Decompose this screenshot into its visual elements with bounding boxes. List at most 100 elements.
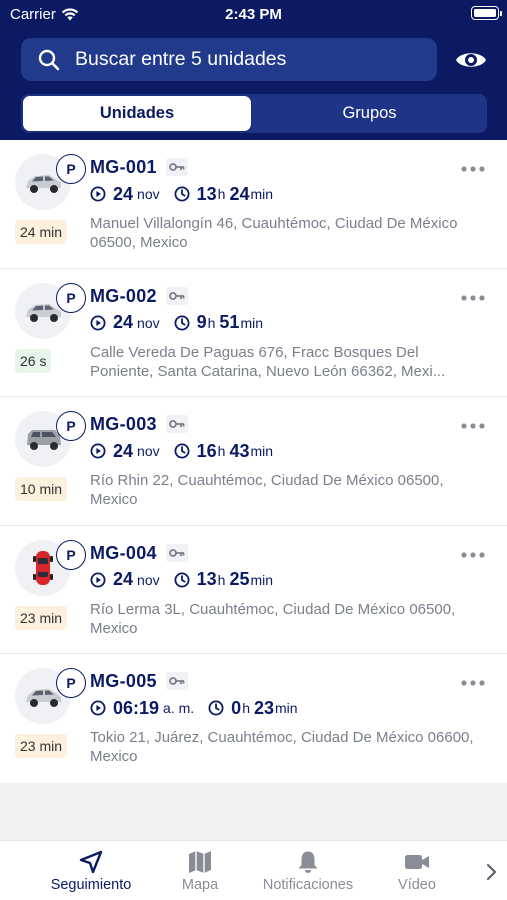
unit-name: MG-004 xyxy=(90,542,157,563)
unit-stats: 24 nov 13 h 25 min xyxy=(90,569,273,591)
unit-row[interactable]: P 23 min MG-004 24 nov 13 h 25 min Río Lerma 3L, … xyxy=(0,526,507,654)
unit-stats: 06:19 a. m. 0 h 23 min xyxy=(90,697,298,719)
more-options-button[interactable] xyxy=(460,417,486,429)
bell-icon xyxy=(298,851,318,873)
ignition-key-badge xyxy=(166,543,188,562)
unit-row[interactable]: P 10 min MG-003 24 nov 16 h 43 min Río Rhin 22, C… xyxy=(0,397,507,526)
key-icon xyxy=(169,548,185,557)
last-report-date: 06:19 xyxy=(113,697,160,718)
clock-icon xyxy=(174,186,190,202)
tab-seguimiento[interactable]: Seguimiento xyxy=(48,847,134,893)
key-icon xyxy=(169,420,185,428)
status-bar: Carrier 2:43 PM xyxy=(0,0,507,30)
unit-address: Río Lerma 3L, Cuauhtémoc, Ciudad De Méxi… xyxy=(90,600,456,637)
clock-icon xyxy=(174,315,190,330)
unit-address: Manuel Villalongín 46, Cuauhtémoc, Ciuda… xyxy=(90,215,458,251)
duration-minutes-unit: min xyxy=(250,443,274,459)
unit-name: MG-003 xyxy=(90,414,157,434)
duration-minutes-unit: min xyxy=(250,186,274,202)
play-circle-icon xyxy=(90,572,106,587)
tab-label: Notificaciones xyxy=(262,877,354,893)
elapsed-time-badge: 24 min xyxy=(15,220,68,244)
duration-hours: 9 xyxy=(196,312,207,332)
unit-stats: 24 nov 13 h 24 min xyxy=(90,183,273,205)
more-options-button[interactable] xyxy=(460,546,486,558)
parked-status-badge: P xyxy=(56,282,86,313)
last-report-date-unit: nov xyxy=(137,443,160,459)
duration-hours-unit: h xyxy=(217,443,226,459)
ignition-key-badge xyxy=(166,158,188,176)
tab-video[interactable]: Vídeo xyxy=(394,847,440,893)
more-options-button[interactable] xyxy=(460,674,486,686)
last-report-date: 24 xyxy=(113,183,134,204)
unit-stats: 24 nov 9 h 51 min xyxy=(90,312,263,334)
eye-icon[interactable] xyxy=(455,46,487,74)
duration-minutes: 43 xyxy=(229,440,250,461)
more-options-icon[interactable] xyxy=(460,165,486,173)
play-circle-icon xyxy=(90,315,106,330)
search-input[interactable] xyxy=(75,48,415,71)
duration-hours: 0 xyxy=(231,697,242,718)
parked-status-badge: P xyxy=(56,411,86,441)
navigation-arrow-icon xyxy=(79,850,103,874)
more-options-button[interactable] xyxy=(460,289,486,301)
unit-name: MG-001 xyxy=(90,157,157,177)
last-report-date: 24 xyxy=(113,569,134,589)
tab-notificaciones[interactable]: Notificaciones xyxy=(257,847,359,893)
map-icon xyxy=(189,851,211,873)
duration-hours: 13 xyxy=(196,183,217,204)
duration-minutes: 51 xyxy=(219,312,240,332)
search-bar[interactable] xyxy=(21,38,437,81)
more-options-icon[interactable] xyxy=(460,422,486,430)
last-report-date-unit: nov xyxy=(137,314,160,331)
header: Carrier 2:43 PM Unidades xyxy=(0,0,507,140)
more-options-icon[interactable] xyxy=(460,551,486,559)
search-icon xyxy=(38,49,60,70)
units-list: P 24 min MG-001 24 nov 13 h 24 min Manuel Villalo… xyxy=(0,140,507,783)
last-report-date: 24 xyxy=(113,440,134,461)
video-camera-icon xyxy=(405,855,429,869)
ignition-key-badge xyxy=(166,415,188,433)
clock-icon xyxy=(208,700,224,716)
clock-icon xyxy=(174,443,190,459)
app-screen: Carrier 2:43 PM Unidades xyxy=(0,0,507,900)
clock-icon xyxy=(174,572,190,587)
ignition-key-badge xyxy=(166,286,188,305)
last-report-date-unit: nov xyxy=(137,571,160,588)
key-icon xyxy=(169,163,185,171)
unit-row[interactable]: P 26 s MG-002 24 nov 9 h 51 min Calle Vereda De P… xyxy=(0,269,507,397)
duration-hours-unit: h xyxy=(207,314,216,331)
battery-icon xyxy=(471,6,502,20)
unit-row[interactable]: P 23 min MG-005 06:19 a. m. 0 h 23 min Tokio 21, … xyxy=(0,654,507,783)
more-options-button[interactable] xyxy=(460,160,486,172)
unit-stats: 24 nov 16 h 43 min xyxy=(90,440,273,462)
duration-minutes-unit: min xyxy=(240,314,264,331)
unit-name: MG-002 xyxy=(90,285,157,306)
tab-mapa[interactable]: Mapa xyxy=(178,847,222,893)
duration-hours-unit: h xyxy=(217,571,226,588)
chevron-right-icon[interactable] xyxy=(484,863,498,881)
duration-hours: 13 xyxy=(196,569,217,589)
duration-minutes-unit: min xyxy=(250,571,274,588)
unit-address: Río Rhin 22, Cuauhtémoc, Ciudad De Méxic… xyxy=(90,472,444,508)
more-options-icon[interactable] xyxy=(460,294,486,302)
duration-minutes-unit: min xyxy=(275,700,298,716)
duration-minutes: 23 xyxy=(253,697,275,718)
unit-address: Tokio 21, Juárez, Cuauhtémoc, Ciudad De … xyxy=(90,729,474,765)
tab-label: Vídeo xyxy=(398,877,436,893)
tab-bar: Seguimiento Mapa Notificaciones Vídeo xyxy=(0,840,507,900)
ignition-key-badge xyxy=(166,672,188,690)
parked-status-badge: P xyxy=(56,539,86,570)
play-circle-icon xyxy=(90,186,106,202)
more-options-icon[interactable] xyxy=(460,679,486,687)
parked-status-badge: P xyxy=(56,668,86,698)
tab-label: Mapa xyxy=(181,877,219,893)
duration-hours: 16 xyxy=(196,440,217,461)
play-circle-icon xyxy=(90,700,106,716)
last-report-date: 24 xyxy=(113,312,134,332)
key-icon xyxy=(169,677,185,685)
unit-row[interactable]: P 24 min MG-001 24 nov 13 h 24 min Manuel Villalo… xyxy=(0,140,507,269)
segment-unidades[interactable]: Unidades xyxy=(23,96,251,131)
last-report-date-unit: a. m. xyxy=(163,700,195,716)
segment-grupos[interactable]: Grupos xyxy=(254,96,485,131)
